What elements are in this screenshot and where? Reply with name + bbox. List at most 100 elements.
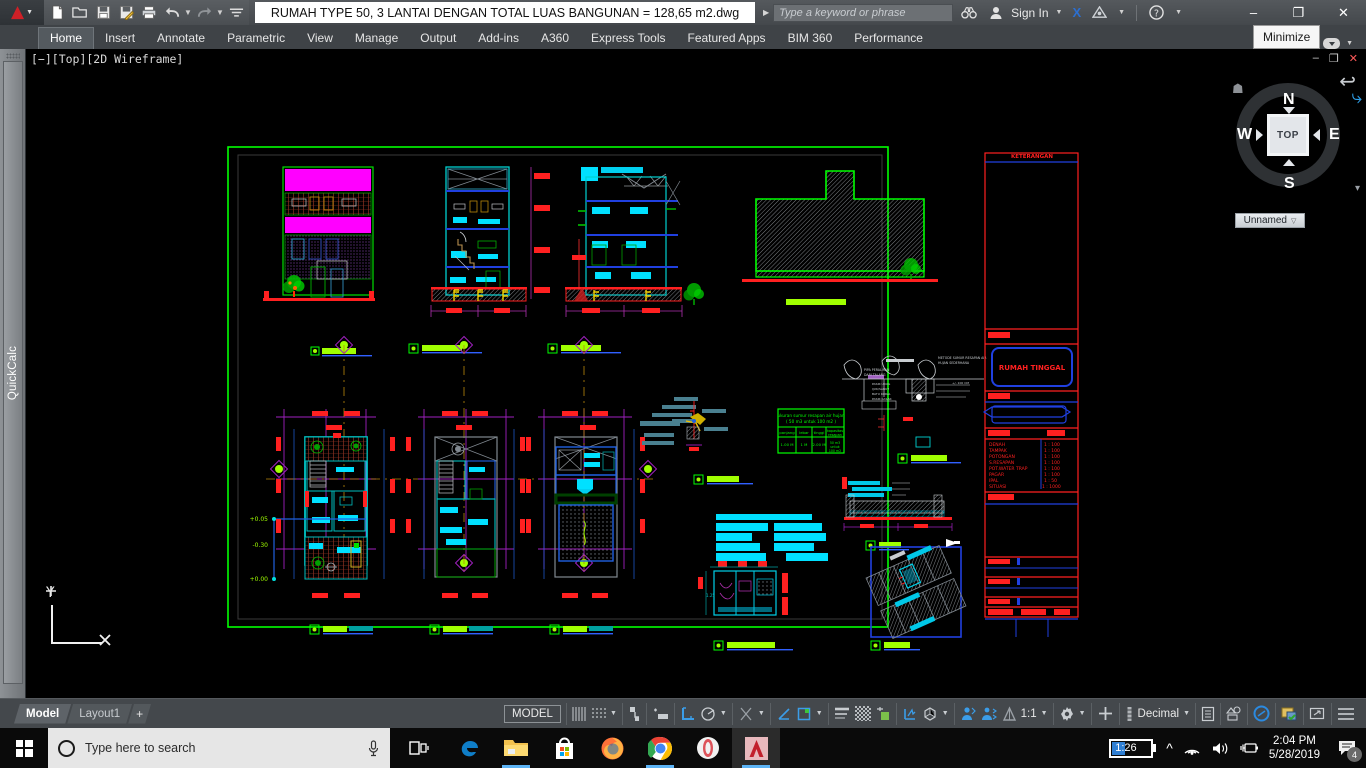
search-input[interactable]: Type a keyword or phrase	[773, 3, 954, 22]
view-cube-top-face[interactable]: TOP	[1267, 114, 1309, 156]
microphone-icon[interactable]	[367, 739, 380, 757]
dynamic-input-icon[interactable]	[652, 706, 669, 722]
plot-icon[interactable]	[138, 2, 160, 23]
snap-mode-icon[interactable]	[591, 706, 606, 722]
chevron-right-icon[interactable]: ▶	[763, 8, 769, 17]
model-paper-toggle[interactable]: MODEL	[504, 704, 561, 723]
compass-south-label[interactable]: S	[1284, 175, 1295, 193]
polar-tracking-icon[interactable]	[700, 706, 716, 722]
autodesk-360-dropdown-icon[interactable]: ▼	[1115, 9, 1128, 16]
tab-annotate[interactable]: Annotate	[146, 28, 216, 49]
rotate-view-icon[interactable]: ⤷	[1351, 87, 1362, 109]
gear-icon[interactable]	[1059, 706, 1075, 722]
add-layout-button[interactable]: +	[128, 704, 151, 724]
taskbar-app-opera-browser[interactable]	[684, 728, 732, 768]
new-file-icon[interactable]	[46, 2, 68, 23]
snap-dropdown-icon[interactable]: ▼	[610, 710, 617, 717]
workspace-dropdown-icon[interactable]: ▼	[1079, 710, 1086, 717]
isolate-objects-icon[interactable]	[1226, 705, 1242, 722]
autoscale-icon[interactable]	[981, 706, 998, 722]
clock[interactable]: 2:04 PM 5/28/2019	[1269, 734, 1320, 762]
tab-view[interactable]: View	[296, 28, 344, 49]
polar-dropdown-icon[interactable]: ▼	[720, 710, 727, 717]
graphics-performance-icon[interactable]	[1253, 705, 1270, 722]
annotation-scale-value[interactable]: 1:1	[1021, 708, 1037, 720]
transparency-icon[interactable]	[854, 706, 871, 721]
quickcalc-panel-body[interactable]: QuickCalc	[3, 61, 23, 684]
taskbar-app-google-chrome[interactable]	[636, 728, 684, 768]
view-cube[interactable]: ☗ ↩ ⤷ TOP N S W E ▾ Unnamed ▽	[1228, 65, 1362, 240]
object-snap-icon[interactable]	[796, 706, 812, 722]
lineweight-icon[interactable]	[834, 706, 851, 721]
units-dropdown-icon[interactable]: ▼	[1183, 710, 1190, 717]
tab-manage[interactable]: Manage	[344, 28, 409, 49]
power-plug-icon[interactable]	[1239, 741, 1259, 755]
annotation-monitor-icon[interactable]	[1097, 705, 1114, 722]
customization-icon[interactable]	[1337, 707, 1355, 721]
help-icon[interactable]: ?	[1145, 5, 1168, 20]
cad-drawing[interactable]: +0.05 -0.30 +0.00 ukuran sumur resapan a…	[26, 49, 1366, 698]
redo-icon[interactable]	[193, 2, 215, 23]
annotation-visibility-icon[interactable]	[960, 706, 977, 722]
dynamic-ucs-icon[interactable]	[922, 706, 938, 722]
infer-constraints-icon[interactable]	[628, 706, 641, 722]
start-button[interactable]	[0, 728, 48, 768]
nav-arrow-up-icon[interactable]	[1283, 107, 1295, 114]
quick-properties-icon[interactable]	[1201, 706, 1215, 722]
tab-add-ins[interactable]: Add-ins	[467, 28, 530, 49]
home-icon[interactable]: ☗	[1232, 81, 1244, 97]
notification-center-button[interactable]: 4	[1330, 728, 1364, 768]
nav-arrow-right-icon[interactable]	[1313, 129, 1320, 141]
close-button[interactable]: ✕	[1321, 0, 1366, 25]
binoculars-icon[interactable]	[957, 6, 981, 20]
nav-arrow-down-icon[interactable]	[1283, 159, 1295, 166]
ribbon-minimize-icon[interactable]	[1323, 38, 1341, 49]
tab-bim-360[interactable]: BIM 360	[777, 28, 844, 49]
tab-performance[interactable]: Performance	[843, 28, 934, 49]
autodesk-360-icon[interactable]	[1088, 6, 1111, 19]
battery-indicator[interactable]: 1:26	[1109, 738, 1157, 758]
tab-home[interactable]: Home	[38, 27, 95, 49]
redo-dropdown-icon[interactable]: ▼	[216, 8, 224, 17]
minimize-button[interactable]: –	[1231, 0, 1276, 25]
help-dropdown-icon[interactable]: ▼	[1172, 9, 1185, 16]
fullscreen-toggle-icon[interactable]	[1309, 706, 1326, 721]
clean-screen-icon[interactable]	[1281, 706, 1298, 722]
annotation-scale-dropdown-icon[interactable]: ▼	[1041, 710, 1048, 717]
units-icon[interactable]	[1125, 706, 1134, 722]
volume-icon[interactable]	[1211, 741, 1229, 756]
show-hidden-icons-chevron-up-icon[interactable]: ^	[1166, 740, 1173, 756]
sign-in-button[interactable]: Sign In	[1011, 6, 1048, 20]
3d-object-snap-icon[interactable]	[902, 706, 918, 722]
open-file-icon[interactable]	[69, 2, 91, 23]
compass-west-label[interactable]: W	[1237, 126, 1252, 144]
autodesk-exchange-icon[interactable]: X	[1069, 5, 1084, 20]
ucs-dropdown-icon[interactable]: ▼	[942, 710, 949, 717]
compass-east-label[interactable]: E	[1329, 126, 1340, 144]
taskbar-app-autocad[interactable]	[732, 728, 780, 768]
tab-layout1[interactable]: Layout1	[67, 704, 132, 724]
application-menu-button[interactable]: ▲ ▼	[0, 0, 44, 25]
isometric-dropdown-icon[interactable]: ▼	[758, 710, 765, 717]
grid-display-icon[interactable]	[572, 706, 587, 722]
qat-customize-icon[interactable]	[225, 2, 247, 23]
navcube-menu-icon[interactable]: ▾	[1355, 183, 1360, 194]
save-as-file-icon[interactable]	[115, 2, 137, 23]
tab-parametric[interactable]: Parametric	[216, 28, 296, 49]
annotation-scale-triangle-icon[interactable]	[1002, 705, 1017, 722]
undo-dropdown-icon[interactable]: ▼	[184, 8, 192, 17]
ortho-mode-icon[interactable]	[680, 706, 696, 722]
task-view-icon[interactable]	[396, 728, 444, 768]
tab-a360[interactable]: A360	[530, 28, 580, 49]
tab-express-tools[interactable]: Express Tools	[580, 28, 676, 49]
tab-insert[interactable]: Insert	[94, 28, 146, 49]
wifi-icon[interactable]	[1183, 741, 1201, 756]
tab-output[interactable]: Output	[409, 28, 467, 49]
object-snap-tracking-icon[interactable]	[776, 706, 792, 722]
selection-cycling-icon[interactable]	[875, 706, 891, 721]
ribbon-minimize-dropdown-icon[interactable]: ▼	[1343, 40, 1356, 47]
nav-arrow-left-icon[interactable]	[1256, 129, 1263, 141]
units-value[interactable]: Decimal	[1138, 708, 1180, 720]
quickcalc-panel[interactable]: QuickCalc	[0, 49, 26, 698]
drawing-canvas[interactable]: [−][Top][2D Wireframe] – ❐ ✕ +0.05 -0.30…	[26, 49, 1366, 698]
